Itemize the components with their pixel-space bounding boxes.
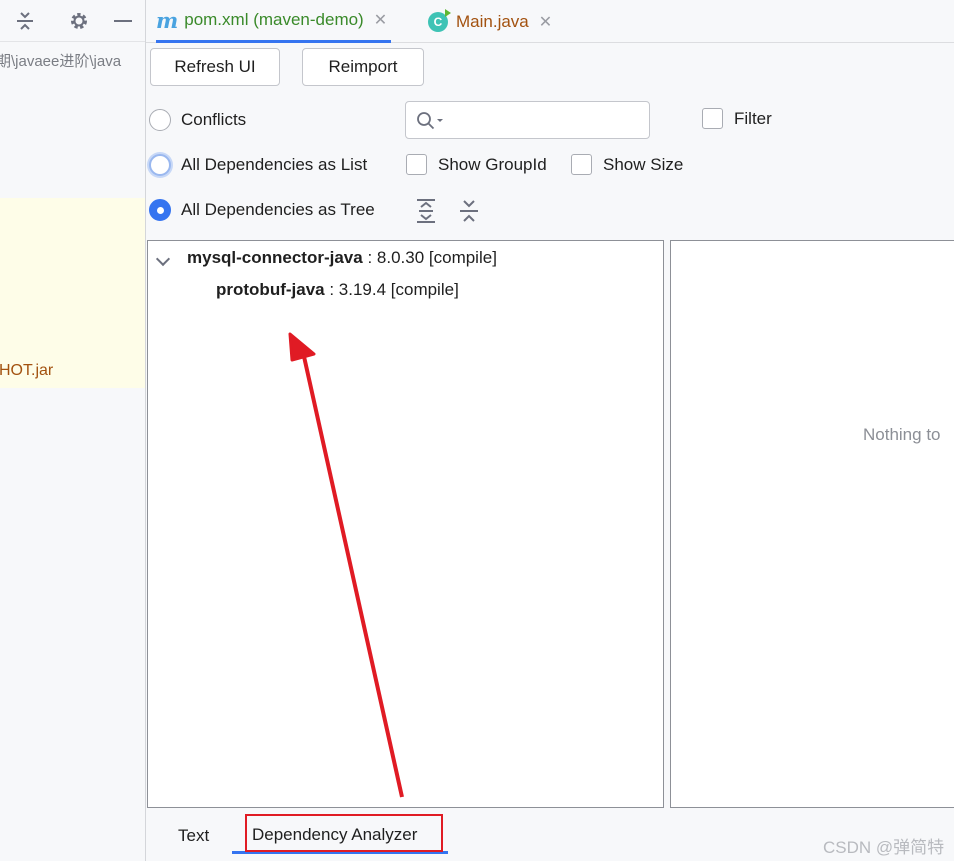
close-icon[interactable]: ✕ <box>374 10 387 30</box>
radio-label: All Dependencies as List <box>181 155 368 174</box>
checkbox-box <box>702 108 723 129</box>
filter-checkbox[interactable]: Filter <box>702 108 772 129</box>
editor-tab-bar: m pom.xml (maven-demo) ✕ C Main.java ✕ <box>146 0 954 43</box>
maven-icon: m <box>156 7 179 33</box>
close-icon[interactable]: ✕ <box>539 12 552 32</box>
watermark: CSDN @弹简特 <box>823 838 945 857</box>
radio-as-tree[interactable]: All Dependencies as Tree <box>149 199 375 221</box>
radio-as-list[interactable]: All Dependencies as List <box>149 154 367 176</box>
tab-text[interactable]: Text <box>178 818 209 854</box>
highlighted-row <box>0 198 145 388</box>
tree-node-protobuf-java[interactable]: protobuf-java : 3.19.4 [compile] <box>216 280 459 300</box>
radio-circle <box>149 199 171 221</box>
project-path-text: 期\javaee进阶\java <box>0 53 122 70</box>
dependency-tree[interactable]: mysql-connector-java : 8.0.30 [compile] … <box>147 240 664 808</box>
tab-pom-xml[interactable]: m pom.xml (maven-demo) ✕ <box>156 0 392 43</box>
checkbox-label: Show GroupId <box>438 154 547 174</box>
artifact-version: : 3.19.4 [compile] <box>324 280 459 299</box>
radio-circle <box>149 109 171 131</box>
details-pane: Nothing to <box>670 240 954 808</box>
radio-circle <box>149 154 171 176</box>
tab-label: Main.java <box>456 11 529 31</box>
artifact-name: mysql-connector-java <box>187 248 363 267</box>
checkbox-label: Show Size <box>603 154 684 174</box>
tab-main-java[interactable]: C Main.java ✕ <box>428 0 552 43</box>
project-panel: 期\javaee进阶\java HOT.jar <box>0 0 146 861</box>
jar-file-item[interactable]: HOT.jar <box>0 362 53 380</box>
radio-label: Conflicts <box>181 110 247 129</box>
empty-state-text: Nothing to <box>863 425 941 444</box>
project-toolbar <box>0 0 145 42</box>
refresh-ui-button[interactable]: Refresh UI <box>150 48 280 86</box>
chevron-down-icon[interactable] <box>155 251 171 267</box>
collapse-all-icon[interactable] <box>456 198 482 224</box>
show-groupid-checkbox[interactable]: Show GroupId <box>406 154 547 175</box>
gear-icon[interactable] <box>67 9 91 33</box>
show-size-checkbox[interactable]: Show Size <box>571 154 683 175</box>
search-icon <box>417 112 443 130</box>
collapse-all-icon[interactable] <box>13 9 37 33</box>
reimport-button[interactable]: Reimport <box>302 48 424 86</box>
artifact-version: : 8.0.30 [compile] <box>362 248 497 267</box>
radio-conflicts[interactable]: Conflicts <box>149 109 246 131</box>
java-class-icon: C <box>428 8 451 32</box>
tree-node-mysql-connector[interactable]: mysql-connector-java : 8.0.30 [compile] <box>148 248 663 272</box>
radio-label: All Dependencies as Tree <box>181 200 375 219</box>
checkbox-label: Filter <box>734 108 772 128</box>
tab-label: pom.xml (maven-demo) <box>184 10 364 29</box>
tab-dependency-analyzer[interactable]: Dependency Analyzer <box>232 818 448 854</box>
checkbox-box <box>406 154 427 175</box>
artifact-name: protobuf-java <box>216 280 325 299</box>
checkbox-box <box>571 154 592 175</box>
minimize-icon[interactable] <box>111 9 135 33</box>
search-input[interactable] <box>405 101 650 139</box>
expand-all-icon[interactable] <box>413 198 439 224</box>
